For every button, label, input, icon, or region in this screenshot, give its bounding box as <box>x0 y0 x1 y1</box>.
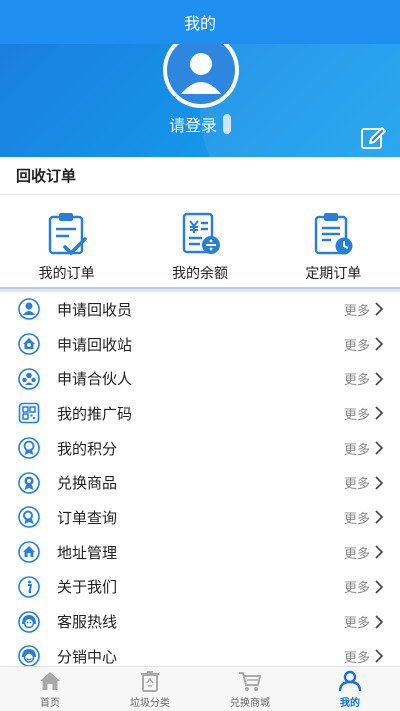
page-title: 我的 <box>183 14 216 33</box>
distribution-face-icon <box>18 645 40 666</box>
chevron-right-icon <box>375 545 384 559</box>
login-indicator <box>223 114 231 134</box>
more-link[interactable]: 更多 <box>344 335 370 354</box>
menu-item-service-hotline[interactable]: 客服热线 更多 <box>0 604 400 639</box>
chevron-right-icon <box>375 302 384 316</box>
chevron-right-icon <box>375 510 384 525</box>
menu-item-order-query[interactable]: 订单查询 更多 <box>0 500 400 535</box>
cart-icon <box>239 671 261 691</box>
menu-item-promo-code[interactable]: 我的推广码 更多 <box>0 396 400 431</box>
menu-item-distribution[interactable]: 分销中心 更多 <box>0 639 400 666</box>
menu-item-apply-station[interactable]: 申请回收站 更多 <box>0 327 400 362</box>
chevron-right-icon <box>375 580 384 594</box>
more-link[interactable]: 更多 <box>344 577 370 596</box>
more-link[interactable]: 更多 <box>344 300 370 319</box>
more-link[interactable]: 更多 <box>344 369 370 388</box>
edit-icon[interactable] <box>360 124 386 150</box>
menu-item-label: 我的推广码 <box>57 404 133 423</box>
chevron-right-icon <box>375 649 384 663</box>
avatar-icon[interactable] <box>161 44 241 112</box>
profile-header: 请登录 <box>0 44 400 157</box>
more-link[interactable]: 更多 <box>344 439 370 458</box>
my-balance-button[interactable]: 我的余额 <box>133 195 266 287</box>
scheduled-orders-button[interactable]: 定期订单 <box>267 195 400 287</box>
menu-item-label: 分销中心 <box>57 647 118 666</box>
orders-section-title: 回收订单 <box>16 167 77 185</box>
tab-exchange-mall[interactable]: 兑换商城 <box>200 667 300 711</box>
menu-item-label: 关于我们 <box>57 578 118 597</box>
clipboard-check-icon <box>48 213 87 256</box>
info-icon <box>18 576 40 598</box>
my-orders-label: 我的订单 <box>38 266 95 282</box>
chevron-right-icon <box>375 406 384 420</box>
more-link[interactable]: 更多 <box>344 543 370 562</box>
menu-item-exchange-goods[interactable]: 兑换商品 更多 <box>0 465 400 500</box>
menu-item-label: 订单查询 <box>57 508 118 527</box>
my-orders-button[interactable]: 我的订单 <box>0 195 133 287</box>
menu-item-apply-recycler[interactable]: 申请回收员 更多 <box>0 292 400 327</box>
tab-label: 垃圾分类 <box>130 697 170 709</box>
chevron-right-icon <box>375 337 384 351</box>
home-icon <box>40 671 60 690</box>
login-row[interactable]: 请登录 <box>0 112 400 136</box>
menu-item-about-us[interactable]: 关于我们 更多 <box>0 570 400 605</box>
bottom-tab-bar: 首页 垃圾分类 兑换商城 我的 <box>0 666 400 711</box>
user-icon <box>338 670 362 691</box>
house-icon <box>18 333 40 355</box>
menu-item-label: 地址管理 <box>57 543 118 562</box>
person-icon <box>18 298 40 321</box>
tab-mine[interactable]: 我的 <box>300 667 400 711</box>
qrcode-icon <box>18 403 40 424</box>
menu-item-label: 申请合伙人 <box>57 370 133 389</box>
menu-item-address[interactable]: 地址管理 更多 <box>0 535 400 570</box>
tab-home[interactable]: 首页 <box>0 667 100 711</box>
my-balance-label: 我的余额 <box>171 266 228 282</box>
orders-section-header: 回收订单 <box>0 157 400 195</box>
more-link[interactable]: 更多 <box>344 508 370 527</box>
partner-icon <box>18 367 40 390</box>
more-link[interactable]: 更多 <box>344 473 370 492</box>
chevron-right-icon <box>375 614 384 629</box>
chevron-right-icon <box>375 476 384 490</box>
orders-grid: 我的订单 我的余额 定期订单 <box>0 195 400 287</box>
menu-item-label: 申请回收站 <box>57 335 133 354</box>
title-bar: 我的 <box>0 0 400 44</box>
tab-label: 我的 <box>340 697 360 709</box>
scheduled-orders-label: 定期订单 <box>305 266 362 282</box>
chevron-right-icon <box>375 441 384 455</box>
menu-item-apply-partner[interactable]: 申请合伙人 更多 <box>0 361 400 396</box>
menu-item-label: 客服热线 <box>57 613 118 632</box>
chevron-right-icon <box>375 372 384 386</box>
tab-label: 首页 <box>40 697 60 709</box>
tab-garbage-sorting[interactable]: 垃圾分类 <box>100 667 200 711</box>
service-face-icon <box>18 610 40 633</box>
order-search-icon <box>18 506 40 529</box>
more-link[interactable]: 更多 <box>344 612 370 631</box>
more-link[interactable]: 更多 <box>344 647 370 666</box>
menu-item-label: 我的积分 <box>57 439 118 458</box>
clipboard-clock-icon <box>315 213 353 255</box>
menu-list: 申请回收员 更多 申请回收站 更多 申请合伙人 更多 我的推广码 更多 我的积分… <box>0 292 400 666</box>
points-medal-icon <box>18 437 40 459</box>
menu-item-label: 申请回收员 <box>57 300 133 319</box>
login-link[interactable]: 请登录 <box>169 112 217 136</box>
exchange-medal-icon <box>18 471 40 494</box>
menu-item-label: 兑换商品 <box>57 474 118 493</box>
yuan-invoice-icon <box>182 212 220 254</box>
trash-icon <box>141 670 159 692</box>
menu-item-my-points[interactable]: 我的积分 更多 <box>0 431 400 466</box>
tab-label: 兑换商城 <box>230 697 270 709</box>
more-link[interactable]: 更多 <box>344 404 370 423</box>
address-house-icon <box>18 541 40 563</box>
